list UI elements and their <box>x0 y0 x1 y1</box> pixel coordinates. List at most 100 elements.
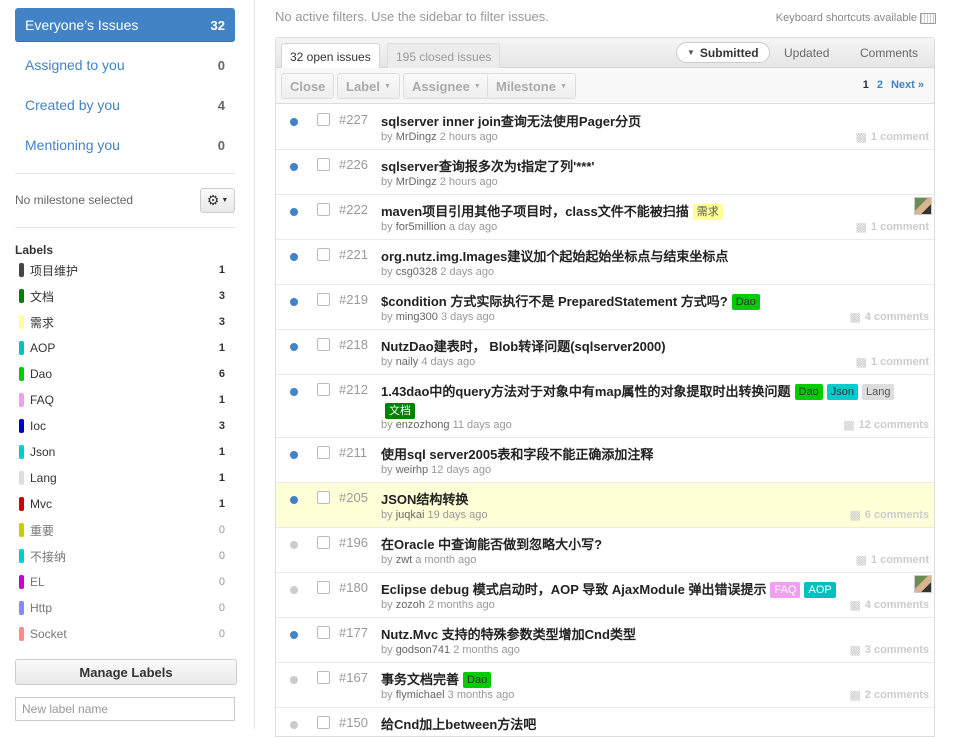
issue-row[interactable]: #196 在Oracle 中查询能否做到忽略大小写? by zwt a month … <box>276 528 934 573</box>
issue-author[interactable]: godson741 <box>396 644 450 656</box>
issue-title-link[interactable]: Eclipse debug 模式启动时，AOP 导致 AjaxModule 弹出… <box>381 582 766 597</box>
label-filter-item[interactable]: Socket 0 <box>19 625 225 643</box>
issue-label-tag[interactable]: AOP <box>804 582 836 598</box>
issue-checkbox[interactable] <box>317 248 330 261</box>
issue-title-link[interactable]: maven项目引用其他子项目时，class文件不能被扫描 <box>381 204 689 219</box>
issue-label-tag[interactable]: Dao <box>794 384 823 400</box>
issue-label-tag[interactable]: Dao <box>731 294 760 310</box>
issue-checkbox[interactable] <box>317 581 330 594</box>
issue-row[interactable]: #226 sqlserver查询报多次为t指定了列'***' by MrDingz … <box>276 150 934 195</box>
tab-closed-issues[interactable]: 195 closed issues <box>387 43 501 69</box>
issue-title-link[interactable]: NutzDao建表时， Blob转译问题(sqlserver2000) <box>381 339 666 354</box>
issue-row[interactable]: #221 org.nutz.img.Images建议加个起始起始坐标点与结束坐标点… <box>276 240 934 285</box>
issue-title-link[interactable]: org.nutz.img.Images建议加个起始起始坐标点与结束坐标点 <box>381 249 728 264</box>
sort-comments-button[interactable]: Comments <box>860 42 918 63</box>
page-2-link[interactable]: 2 <box>877 79 883 91</box>
issue-row[interactable]: #177 Nutz.Mvc 支持的特殊参数类型增加Cnd类型 by godson74… <box>276 618 934 663</box>
issue-row[interactable]: #211 使用sql server2005表和字段不能正确添加注释 by weirh… <box>276 438 934 483</box>
issue-author[interactable]: csg0328 <box>396 266 438 278</box>
issue-title-link[interactable]: $condition 方式实际执行不是 PreparedStatement 方式… <box>381 294 728 309</box>
issue-title-link[interactable]: 在Oracle 中查询能否做到忽略大小写? <box>381 537 602 552</box>
label-filter-item[interactable]: EL 0 <box>19 573 225 591</box>
new-label-input[interactable] <box>15 697 235 721</box>
issue-comments[interactable]: ▩ 1 comment <box>856 553 929 567</box>
issue-title-link[interactable]: sqlserver inner join查询无法使用Pager分页 <box>381 114 641 129</box>
issue-label-tag[interactable]: Dao <box>463 672 492 688</box>
issue-checkbox[interactable] <box>317 446 330 459</box>
issue-checkbox[interactable] <box>317 383 330 396</box>
issue-author[interactable]: naily <box>396 356 419 368</box>
issue-checkbox[interactable] <box>317 203 330 216</box>
label-filter-item[interactable]: Dao 6 <box>19 365 225 383</box>
label-filter-item[interactable]: FAQ 1 <box>19 391 225 409</box>
issue-author[interactable]: enzozhong <box>396 419 450 431</box>
issue-row[interactable]: #218 NutzDao建表时， Blob转译问题(sqlserver2000) b… <box>276 330 934 375</box>
issue-comments[interactable]: ▩ 1 comment <box>856 220 929 234</box>
issue-author[interactable]: zozoh <box>396 599 425 611</box>
issue-checkbox[interactable] <box>317 536 330 549</box>
label-filter-item[interactable]: Ioc 3 <box>19 417 225 435</box>
issue-author[interactable]: ming300 <box>396 311 438 323</box>
label-filter-item[interactable]: Http 0 <box>19 599 225 617</box>
tab-open-issues[interactable]: 32 open issues <box>281 43 380 69</box>
issue-checkbox[interactable] <box>317 716 330 729</box>
issue-label-tag[interactable]: FAQ <box>770 582 801 598</box>
issue-row[interactable]: #222 maven项目引用其他子项目时，class文件不能被扫描 需求 by for… <box>276 195 934 240</box>
manage-labels-button[interactable]: Manage Labels <box>15 659 237 685</box>
issue-author[interactable]: flymichael <box>396 689 445 701</box>
assignee-avatar[interactable] <box>914 575 932 593</box>
keyboard-shortcuts-link[interactable]: Keyboard shortcuts available <box>776 12 936 24</box>
issue-author[interactable]: MrDingz <box>396 131 437 143</box>
sort-submitted-button[interactable]: ▼ Submitted <box>676 42 770 63</box>
filter-everyones-issues[interactable]: Everyone’s Issues 32 <box>15 8 235 42</box>
label-dropdown[interactable]: Label ▼ <box>337 73 400 99</box>
label-filter-item[interactable]: 文档 3 <box>19 287 225 305</box>
issue-title-link[interactable]: 给Cnd加上between方法吧 <box>381 717 536 732</box>
issue-title-link[interactable]: 1.43dao中的query方法对于对象中有map属性的对象提取时出转换问题 <box>381 384 791 399</box>
issue-row[interactable]: #167 事务文档完善 Dao by flymichael 3 months ago ▩… <box>276 663 934 708</box>
filter-created-by-you[interactable]: Created by you 4 <box>15 88 235 122</box>
issue-label-tag[interactable]: Lang <box>861 384 895 400</box>
issue-checkbox[interactable] <box>317 491 330 504</box>
issue-title-link[interactable]: Nutz.Mvc 支持的特殊参数类型增加Cnd类型 <box>381 627 636 642</box>
issue-author[interactable]: MrDingz <box>396 176 437 188</box>
label-filter-item[interactable]: Mvc 1 <box>19 495 225 513</box>
assignee-avatar[interactable] <box>914 197 932 215</box>
issue-title-link[interactable]: sqlserver查询报多次为t指定了列'***' <box>381 159 595 174</box>
label-filter-item[interactable]: Json 1 <box>19 443 225 461</box>
issue-comments[interactable]: ▩ 1 comment <box>856 130 929 144</box>
issue-comments[interactable]: ▩ 12 comments <box>843 418 929 432</box>
next-page-link[interactable]: Next » <box>891 79 924 91</box>
issue-row[interactable]: #212 1.43dao中的query方法对于对象中有map属性的对象提取时出转换… <box>276 375 934 438</box>
filter-assigned-to-you[interactable]: Assigned to you 0 <box>15 48 235 82</box>
milestone-dropdown[interactable]: Milestone ▼ <box>487 73 576 99</box>
issue-label-tag[interactable]: Json <box>826 384 858 400</box>
label-filter-item[interactable]: 重要 0 <box>19 521 225 539</box>
issue-comments[interactable]: ▩ 4 comments <box>849 598 929 612</box>
issue-checkbox[interactable] <box>317 293 330 306</box>
issue-label-tag[interactable]: 文档 <box>385 403 415 419</box>
issue-title-link[interactable]: 使用sql server2005表和字段不能正确添加注释 <box>381 447 653 462</box>
issue-checkbox[interactable] <box>317 113 330 126</box>
issue-checkbox[interactable] <box>317 671 330 684</box>
label-filter-item[interactable]: 项目维护 1 <box>19 261 225 279</box>
issue-title-link[interactable]: 事务文档完善 <box>381 672 459 687</box>
issue-comments[interactable]: ▩ 3 comments <box>849 643 929 657</box>
filter-mentioning-you[interactable]: Mentioning you 0 <box>15 128 235 162</box>
issue-comments[interactable]: ▩ 6 comments <box>849 508 929 522</box>
issue-checkbox[interactable] <box>317 158 330 171</box>
issue-checkbox[interactable] <box>317 338 330 351</box>
issue-row[interactable]: #205 JSON结构转换 by juqkai 19 days ago ▩ 6 comm… <box>276 483 934 528</box>
issue-author[interactable]: weirhp <box>396 464 428 476</box>
issue-label-tag[interactable]: 需求 <box>692 204 723 220</box>
issue-comments[interactable]: ▩ 4 comments <box>849 310 929 324</box>
sort-updated-button[interactable]: Updated <box>784 42 829 63</box>
assignee-dropdown[interactable]: Assignee ▼ <box>403 73 490 99</box>
issue-row[interactable]: #180 Eclipse debug 模式启动时，AOP 导致 AjaxModul… <box>276 573 934 618</box>
issue-row[interactable]: #150 给Cnd加上between方法吧 <box>276 708 934 736</box>
issue-title-link[interactable]: JSON结构转换 <box>381 492 468 507</box>
label-filter-item[interactable]: 需求 3 <box>19 313 225 331</box>
issue-comments[interactable]: ▩ 2 comments <box>849 688 929 702</box>
issue-checkbox[interactable] <box>317 626 330 639</box>
issue-row[interactable]: #219 $condition 方式实际执行不是 PreparedStatemen… <box>276 285 934 330</box>
